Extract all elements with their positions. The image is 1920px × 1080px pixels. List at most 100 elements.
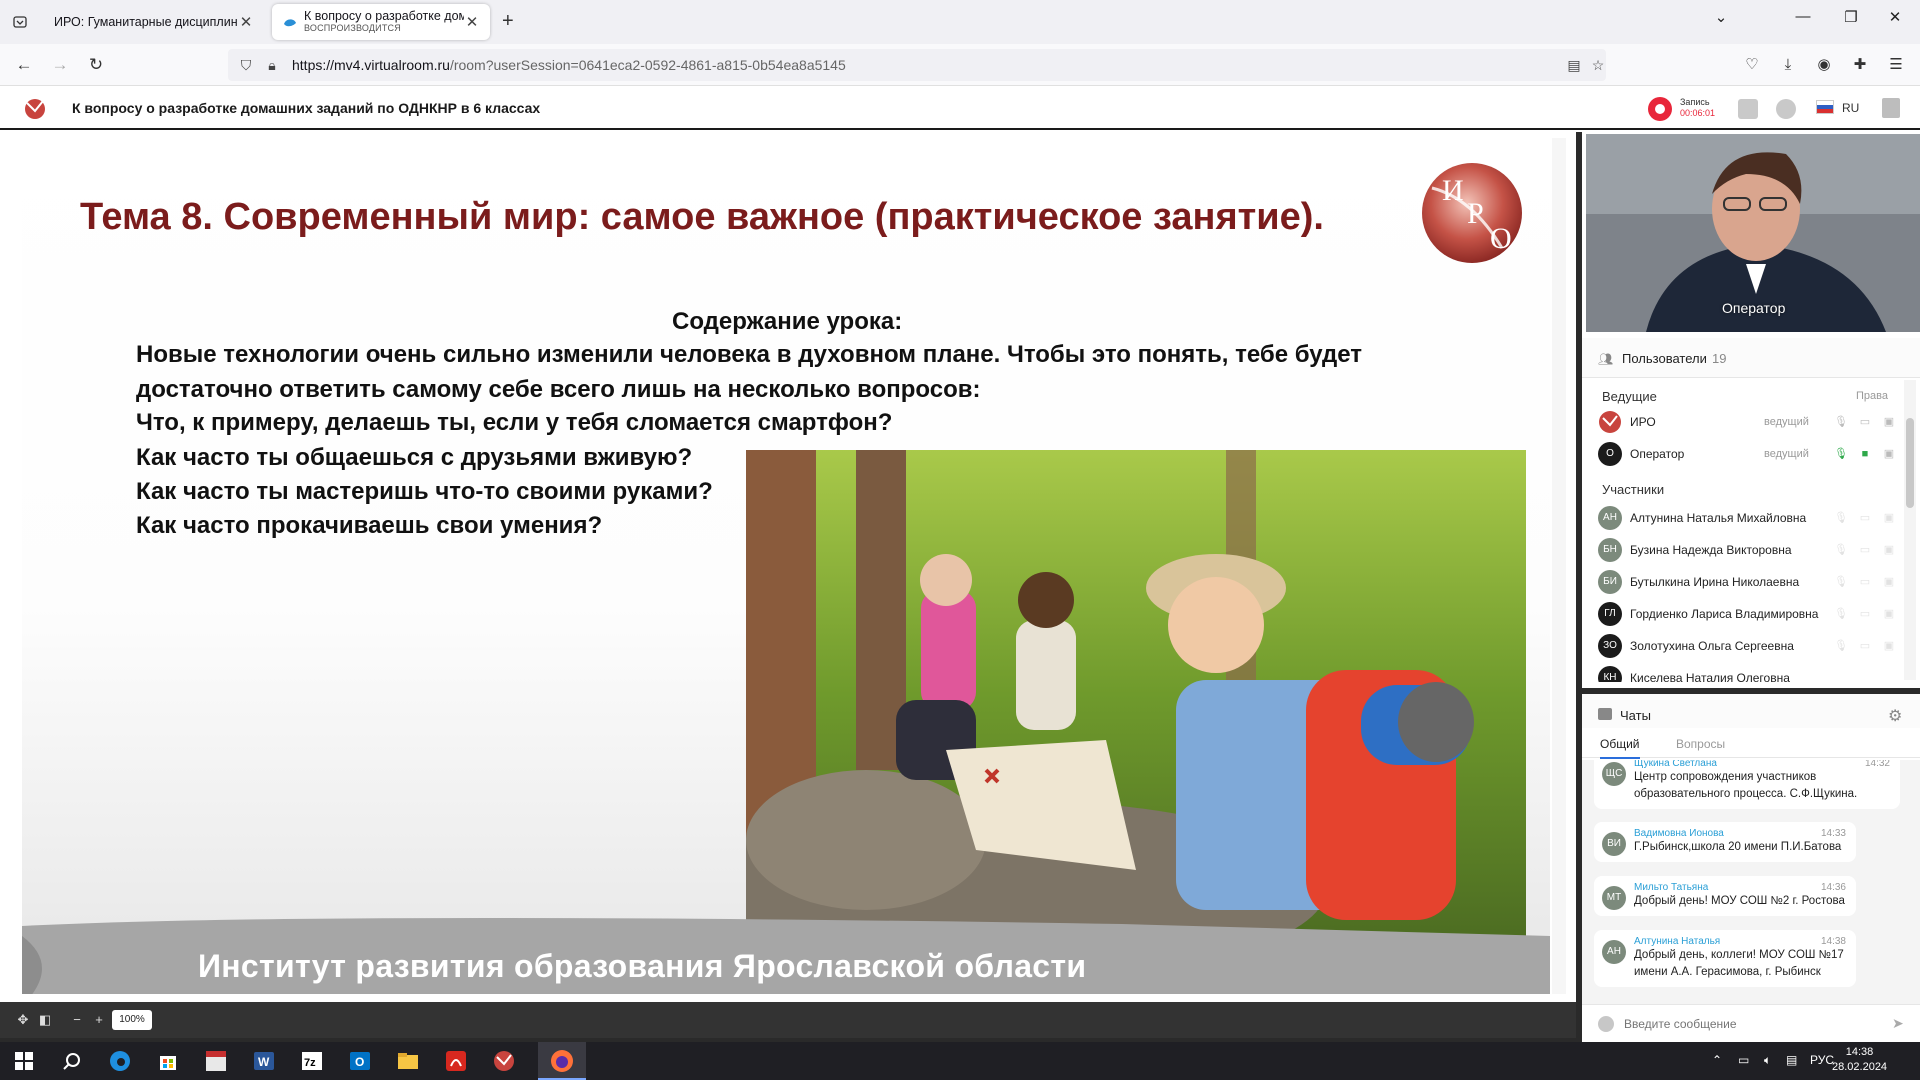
participant-row[interactable]: АН Алтунина Наталья Михайловна 🎙︎ ▭ ▣ <box>1598 504 1898 532</box>
chat-scrollbar[interactable] <box>1904 772 1916 1032</box>
star-icon[interactable]: ☆ <box>1588 55 1608 75</box>
language-selector[interactable]: RU <box>1842 101 1859 115</box>
camera-off-icon[interactable]: ▭ <box>1858 543 1872 557</box>
acrobat-icon[interactable] <box>442 1047 470 1075</box>
users-count: 19 <box>1712 351 1727 366</box>
mic-off-icon[interactable]: 🎙︎ <box>1834 511 1848 525</box>
restore-icon[interactable]: ❐ <box>1836 8 1866 26</box>
fit-icon[interactable]: ◧ <box>36 1011 54 1029</box>
file-explorer-icon[interactable] <box>394 1047 422 1075</box>
mic-off-icon[interactable]: 🎙︎ <box>1834 639 1848 653</box>
zoom-level[interactable]: 100% <box>112 1010 152 1030</box>
url-text[interactable]: https://mv4.virtualroom.ru/room?userSess… <box>292 57 846 73</box>
users-scrollbar[interactable] <box>1904 380 1916 680</box>
camera-off-icon[interactable]: ▭ <box>1858 415 1872 429</box>
search-icon[interactable] <box>58 1047 86 1075</box>
tab-list-icon[interactable] <box>8 10 32 34</box>
account-icon[interactable]: ◉ <box>1812 53 1836 77</box>
screen-icon[interactable]: ▣ <box>1882 607 1896 621</box>
participant-row[interactable]: БН Бузина Надежда Викторовна 🎙︎ ▭ ▣ <box>1598 536 1898 564</box>
virtualroom-app-icon[interactable] <box>490 1047 518 1075</box>
reader-icon[interactable]: ▤ <box>1564 55 1584 75</box>
browser-tab-iro[interactable]: ИРО: Гуманитарные дисциплины ✕ <box>44 4 264 40</box>
avatar: ГЛ <box>1598 602 1622 626</box>
close-icon[interactable]: ✕ <box>464 13 480 31</box>
camera-off-icon[interactable]: ▭ <box>1858 607 1872 621</box>
screen-icon[interactable]: ▣ <box>1882 415 1896 429</box>
participant-row[interactable]: БИ Бутылкина Ирина Николаевна 🎙︎ ▭ ▣ <box>1598 568 1898 596</box>
edge-icon[interactable] <box>106 1047 134 1075</box>
presentation-stage: Тема 8. Современный мир: самое важное (п… <box>0 132 1576 1002</box>
url-bar[interactable]: ⛉ 🔒︎ https://mv4.virtualroom.ru/room?use… <box>228 49 1606 81</box>
outlook-icon[interactable]: O <box>346 1047 374 1075</box>
firefox-icon[interactable] <box>548 1047 576 1075</box>
camera-off-icon[interactable]: ▭ <box>1858 639 1872 653</box>
mic-off-icon[interactable]: 🎙︎ <box>1834 607 1848 621</box>
participant-row[interactable]: КН Киселева Наталия Олеговна <box>1598 664 1898 682</box>
emoji-icon[interactable] <box>1598 1016 1614 1032</box>
download-icon[interactable]: ⤓ <box>1776 53 1800 77</box>
calendar-app-icon[interactable] <box>202 1047 230 1075</box>
info-icon[interactable] <box>1776 99 1796 119</box>
users-title: Пользователи <box>1622 351 1707 366</box>
host-row[interactable]: О Оператор ведущий 🎙︎ ■ ▣ <box>1598 440 1898 468</box>
content-line: Как часто ты мастеришь что-то своими рук… <box>136 478 713 505</box>
host-row[interactable]: ИРО ведущий 🎙︎ ▭ ▣ <box>1598 408 1898 436</box>
chevron-up-icon[interactable]: ⌃ <box>1712 1053 1722 1067</box>
forward-icon[interactable]: → <box>48 53 72 77</box>
back-icon[interactable]: ← <box>12 53 36 77</box>
content-line: Как часто прокачиваешь свои умения? <box>136 512 603 539</box>
message-author: Мильто Татьяна <box>1634 882 1709 893</box>
reload-icon[interactable]: ↻ <box>84 53 108 77</box>
camera-off-icon[interactable]: ▭ <box>1858 511 1872 525</box>
tab-general[interactable]: Общий <box>1600 737 1640 759</box>
taskbar-language[interactable]: РУС <box>1810 1053 1834 1067</box>
network-icon[interactable]: ▭ <box>1738 1053 1749 1067</box>
mic-off-icon[interactable]: 🎙︎ <box>1834 575 1848 589</box>
send-icon[interactable]: ➤ <box>1892 1015 1904 1032</box>
exit-icon[interactable] <box>1882 98 1900 118</box>
participant-row[interactable]: ЗО Золотухина Ольга Сергеевна 🎙︎ ▭ ▣ <box>1598 632 1898 660</box>
screen-icon[interactable]: ▣ <box>1882 511 1896 525</box>
folder-icon[interactable] <box>1738 99 1758 119</box>
shield-icon[interactable]: ⛉ <box>236 55 256 75</box>
close-window-icon[interactable]: ✕ <box>1880 8 1910 26</box>
lock-icon[interactable]: 🔒︎ <box>262 55 282 75</box>
close-icon[interactable]: ✕ <box>238 13 254 31</box>
screen-icon[interactable]: ▣ <box>1882 575 1896 589</box>
zoom-out-icon[interactable]: − <box>68 1011 86 1029</box>
move-icon[interactable]: ✥ <box>14 1011 32 1029</box>
chat-input[interactable] <box>1624 1014 1884 1034</box>
windows-start-icon[interactable] <box>10 1047 38 1075</box>
camera-on-icon[interactable]: ■ <box>1858 447 1872 461</box>
participant-row[interactable]: ГЛ Гордиенко Лариса Владимировна 🎙︎ ▭ ▣ <box>1598 600 1898 628</box>
mic-on-icon[interactable]: 🎙︎ <box>1834 447 1848 461</box>
gear-icon[interactable]: ⚙ <box>1888 706 1902 726</box>
message-author: Алтунина Наталья <box>1634 936 1721 947</box>
zoom-in-icon[interactable]: + <box>90 1011 108 1029</box>
taskbar-clock[interactable]: 14:38 28.02.2024 <box>1832 1045 1887 1075</box>
notification-icon[interactable]: ▤ <box>1786 1053 1797 1067</box>
browser-tab-active[interactable]: К вопросу о разработке домашних ВОСПРОИЗ… <box>272 4 490 40</box>
store-icon[interactable] <box>154 1047 182 1075</box>
stage-scrollbar[interactable] <box>1552 138 1566 994</box>
pocket-icon[interactable]: ♡ <box>1740 53 1764 77</box>
tab-questions[interactable]: Вопросы <box>1676 737 1725 751</box>
mic-off-icon[interactable]: 🎙︎ <box>1834 415 1848 429</box>
users-header[interactable]: 👥︎ Пользователи 19 <box>1582 338 1920 378</box>
chevron-down-icon[interactable]: ⌄ <box>1706 8 1736 26</box>
minimize-icon[interactable]: — <box>1788 8 1818 25</box>
record-icon[interactable] <box>1648 97 1672 121</box>
flag-icon[interactable] <box>1816 100 1834 114</box>
screen-icon[interactable]: ▣ <box>1882 543 1896 557</box>
camera-off-icon[interactable]: ▭ <box>1858 575 1872 589</box>
new-tab-icon[interactable]: + <box>502 10 514 33</box>
screen-icon[interactable]: ▣ <box>1882 639 1896 653</box>
volume-icon[interactable]: 🔈︎ <box>1764 1053 1771 1068</box>
extensions-icon[interactable]: ✚ <box>1848 53 1872 77</box>
menu-icon[interactable]: ☰ <box>1884 53 1908 77</box>
mic-off-icon[interactable]: 🎙︎ <box>1834 543 1848 557</box>
screen-icon[interactable]: ▣ <box>1882 447 1896 461</box>
7zip-icon[interactable]: 7z <box>298 1047 326 1075</box>
word-icon[interactable]: W <box>250 1047 278 1075</box>
